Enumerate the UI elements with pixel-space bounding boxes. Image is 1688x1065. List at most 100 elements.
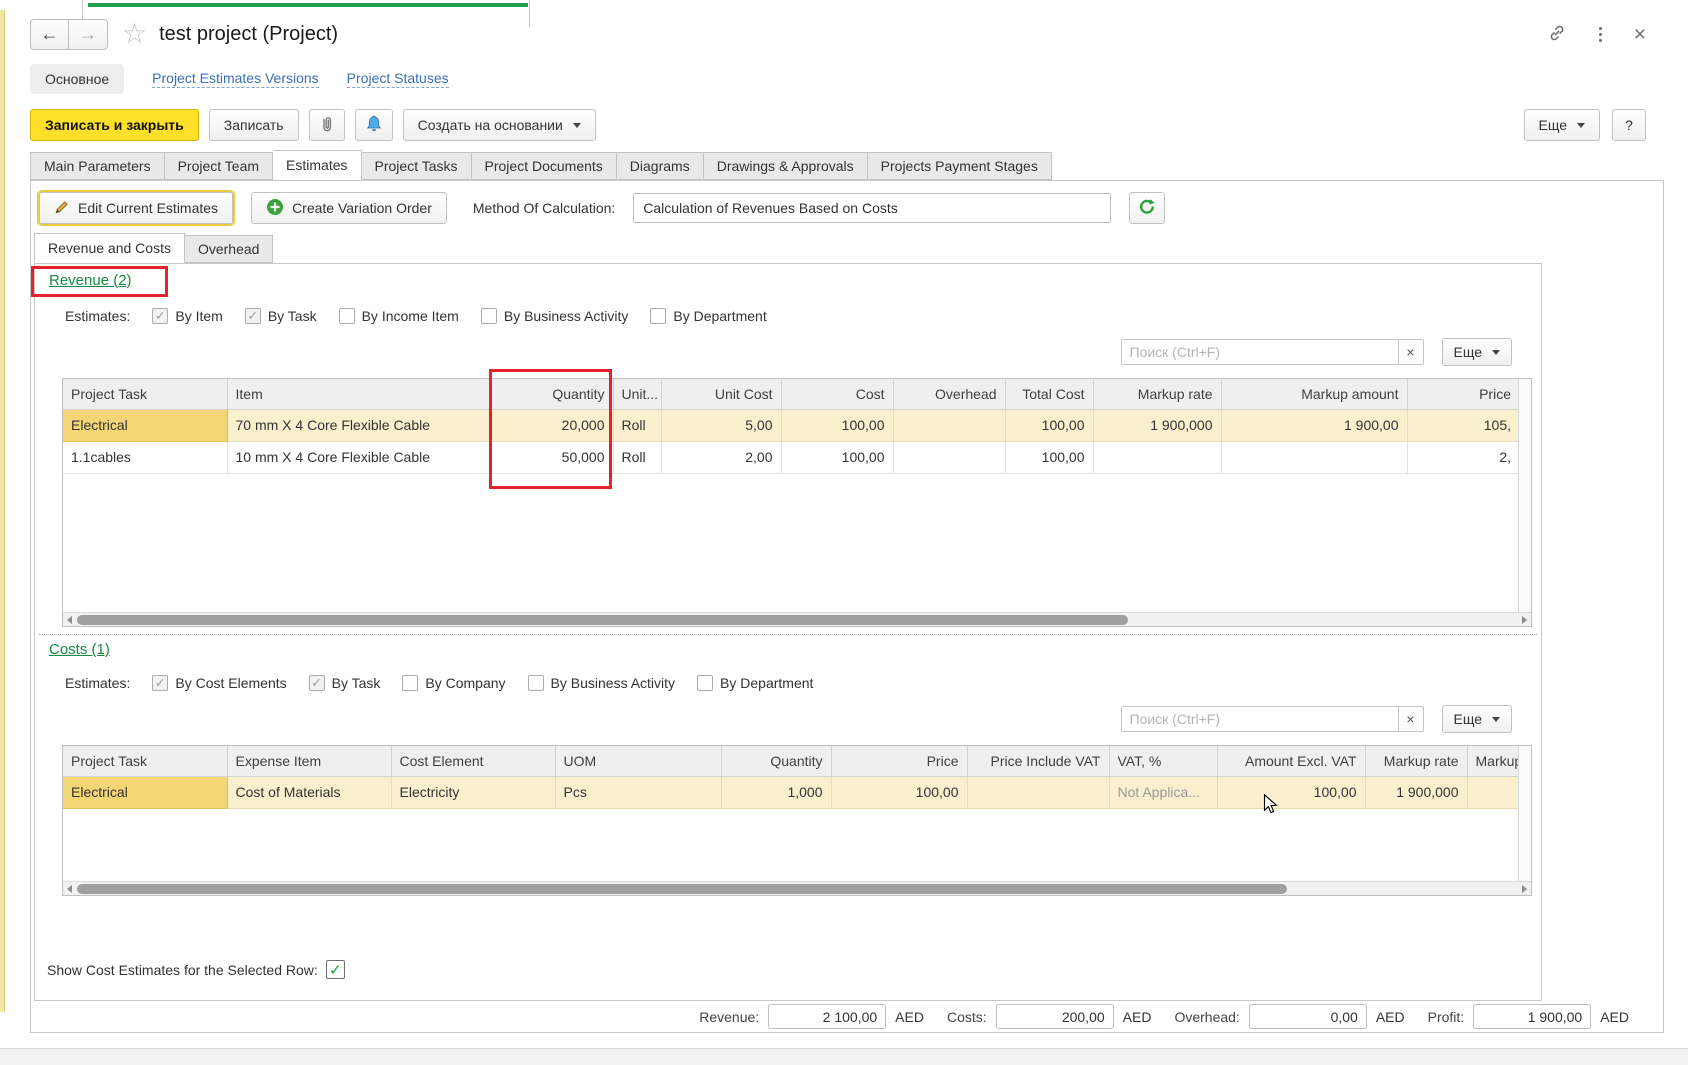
column-header-markup-amount[interactable]: Markup amount [1221,379,1407,409]
scroll-thumb[interactable] [77,884,1287,894]
attachments-button[interactable] [309,109,345,141]
costs-section-link[interactable]: Costs (1) [49,641,110,658]
column-header-project-task[interactable]: Project Task [63,746,227,776]
total-value-profit[interactable]: 1 900,00 [1473,1004,1591,1029]
costs-more-button[interactable]: Еще [1442,705,1513,733]
revenue-more-button[interactable]: Еще [1442,338,1513,366]
tab-estimates[interactable]: Estimates [273,150,361,180]
create-variation-order-button[interactable]: Create Variation Order [251,192,447,224]
checkbox-by-income-item[interactable]: By Income Item [339,308,459,324]
save-and-close-button[interactable]: Записать и закрыть [30,109,199,141]
checkbox-by-department[interactable]: By Department [650,308,766,324]
subtab-overhead[interactable]: Overhead [185,235,273,263]
form-nav-links: Основное Project Estimates Versions Projec… [30,62,1664,96]
cell-markup-amount: 1 900,00 [1221,409,1407,441]
column-header-price-include-vat[interactable]: Price Include VAT [967,746,1109,776]
column-header-markup-rate[interactable]: Markup rate [1093,379,1221,409]
checkbox-box [402,675,418,691]
scroll-track[interactable] [76,613,1518,627]
get-link-icon[interactable] [1547,23,1567,46]
revenue-section-link[interactable]: Revenue (2) [49,272,132,289]
table-row[interactable]: ElectricalCost of MaterialsElectricityPc… [63,776,1518,808]
total-value-overhead[interactable]: 0,00 [1249,1004,1367,1029]
cell-quantity: 20,000 [491,409,613,441]
favorite-star-icon[interactable]: ☆ [122,20,147,48]
column-header-markup[interactable]: Markup [1467,746,1518,776]
column-header-quantity[interactable]: Quantity [721,746,831,776]
costs-search-clear-icon[interactable]: × [1399,706,1424,732]
column-header-unit-cost[interactable]: Unit Cost [661,379,781,409]
scroll-left-arrow[interactable] [63,613,76,627]
help-button[interactable]: ? [1612,109,1646,141]
scroll-right-arrow[interactable] [1518,882,1531,896]
checkbox-by-item[interactable]: ✓By Item [152,308,222,324]
checkbox-box: ✓ [152,308,168,324]
total-value-revenue[interactable]: 2 100,00 [768,1004,886,1029]
nav-link-item[interactable]: Основное [30,64,124,94]
refresh-button[interactable] [1129,192,1165,224]
column-header-expense-item[interactable]: Expense Item [227,746,391,776]
column-header-project-task[interactable]: Project Task [63,379,227,409]
save-button[interactable]: Записать [209,109,299,141]
column-header-price[interactable]: Price [831,746,967,776]
tab-project-tasks[interactable]: Project Tasks [362,152,472,180]
nav-link-project-statuses[interactable]: Project Statuses [347,70,449,88]
tab-diagrams[interactable]: Diagrams [617,152,704,180]
column-header-unit[interactable]: Unit... [613,379,661,409]
column-header-overhead[interactable]: Overhead [893,379,1005,409]
tab-project-documents[interactable]: Project Documents [472,152,617,180]
notifications-button[interactable] [355,109,393,141]
costs-search-input[interactable] [1121,706,1399,732]
column-header-item[interactable]: Item [227,379,491,409]
more-label: Еще [1454,711,1483,727]
column-header-total-cost[interactable]: Total Cost [1005,379,1093,409]
tab-drawings-approvals[interactable]: Drawings & Approvals [704,152,868,180]
scroll-right-arrow[interactable] [1518,613,1531,627]
column-header-cost[interactable]: Cost [781,379,893,409]
more-button[interactable]: Еще [1524,109,1601,141]
checkbox-by-company[interactable]: By Company [402,675,505,691]
horizontal-scrollbar[interactable] [63,612,1531,626]
close-icon[interactable]: × [1634,24,1646,45]
table-row[interactable]: Electrical70 mm X 4 Core Flexible Cable2… [63,409,1518,441]
scroll-thumb[interactable] [77,615,1128,625]
back-button[interactable]: ← [30,19,69,50]
scroll-left-arrow[interactable] [63,882,76,896]
checkbox-by-task[interactable]: ✓By Task [245,308,317,324]
cell-unit-cost: 2,00 [661,441,781,473]
total-value-costs[interactable]: 200,00 [996,1004,1114,1029]
checkbox-by-task[interactable]: ✓By Task [309,675,381,691]
vertical-scrollbar[interactable] [1518,746,1531,881]
column-header-quantity[interactable]: Quantity [491,379,613,409]
checkbox-by-business-activity[interactable]: By Business Activity [481,308,629,324]
show-cost-estimates-checkbox[interactable]: ✓ [326,960,345,979]
vertical-scrollbar[interactable] [1518,379,1531,612]
create-variation-order-label: Create Variation Order [292,200,432,216]
tab-main-parameters[interactable]: Main Parameters [30,152,165,180]
column-header-uom[interactable]: UOM [555,746,721,776]
column-header-cost-element[interactable]: Cost Element [391,746,555,776]
window-menu-icon[interactable] [1593,25,1608,44]
cell-unit: Roll [613,441,661,473]
checkbox-by-business-activity[interactable]: By Business Activity [528,675,676,691]
table-row[interactable]: 1.1cables10 mm X 4 Core Flexible Cable50… [63,441,1518,473]
method-of-calculation-label: Method Of Calculation: [473,200,615,216]
create-based-on-button[interactable]: Создать на основании [403,109,596,141]
checkbox-by-cost-elements[interactable]: ✓By Cost Elements [152,675,286,691]
horizontal-scrollbar[interactable] [63,881,1531,895]
edit-current-estimates-button[interactable]: Edit Current Estimates [39,192,233,224]
tab-project-team[interactable]: Project Team [165,152,273,180]
forward-button[interactable]: → [69,19,108,50]
scroll-track[interactable] [76,882,1518,896]
column-header-amount-excl-vat[interactable]: Amount Excl. VAT [1217,746,1365,776]
column-header-vat[interactable]: VAT, % [1109,746,1217,776]
method-of-calculation-field[interactable] [633,193,1111,223]
column-header-markup-rate[interactable]: Markup rate [1365,746,1467,776]
nav-link-project-estimates-versions[interactable]: Project Estimates Versions [152,70,319,88]
column-header-price[interactable]: Price [1407,379,1518,409]
revenue-search-input[interactable] [1121,339,1399,365]
tab-projects-payment-stages[interactable]: Projects Payment Stages [868,152,1052,180]
revenue-search-clear-icon[interactable]: × [1399,339,1424,365]
checkbox-by-department[interactable]: By Department [697,675,813,691]
subtab-revenue-and-costs[interactable]: Revenue and Costs [34,233,185,263]
